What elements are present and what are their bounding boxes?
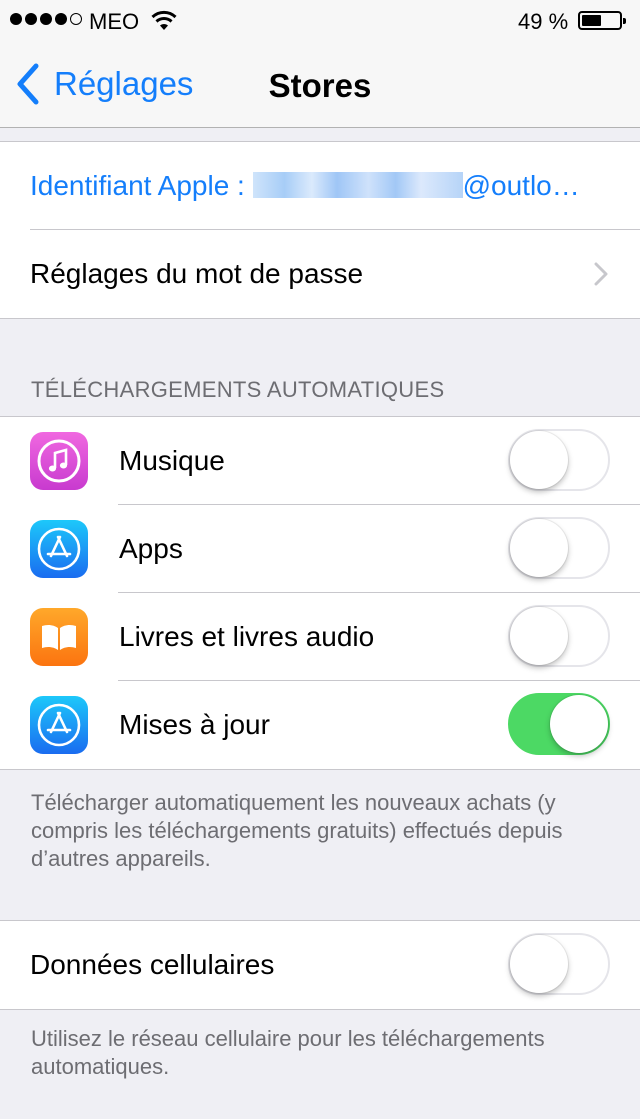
page-title: Stores: [268, 67, 372, 104]
cellular-group: Données cellulaires: [0, 920, 640, 1010]
battery-icon: [578, 11, 626, 30]
cellular-data-label: Données cellulaires: [30, 949, 275, 980]
cellular-data-toggle[interactable]: [508, 933, 610, 995]
apps-label: Apps: [119, 533, 183, 564]
password-settings-row[interactable]: Réglages du mot de passe: [0, 229, 640, 318]
navigation-bar: Réglages Stores: [0, 40, 640, 128]
app-store-icon: [30, 520, 88, 578]
redacted-email-block: [252, 172, 463, 198]
carrier-name: MEO: [89, 9, 140, 34]
books-label: Livres et livres audio: [119, 621, 375, 652]
apps-toggle[interactable]: [508, 517, 610, 579]
section-header-auto-downloads: TÉLÉCHARGEMENTS AUTOMATIQUES: [31, 377, 445, 402]
updates-label: Mises à jour: [119, 709, 270, 740]
apple-id-label: Identifiant Apple : @outlo…: [30, 170, 580, 201]
status-bar: MEO 49 %: [0, 0, 640, 40]
music-label: Musique: [119, 445, 225, 476]
battery-percentage: 49 %: [518, 9, 569, 34]
books-toggle[interactable]: [508, 605, 610, 667]
music-icon: [30, 432, 88, 490]
password-settings-label: Réglages du mot de passe: [30, 258, 364, 289]
apple-id-row[interactable]: Identifiant Apple : @outlo…: [0, 142, 640, 230]
auto-downloads-footer: Télécharger automatiquement les nouveaux…: [31, 790, 563, 871]
auto-download-row-music: Musique: [0, 417, 640, 505]
updates-toggle[interactable]: [508, 693, 610, 755]
auto-downloads-group: Musique Apps Livres et livres audio Mise…: [0, 416, 640, 770]
wifi-icon: [151, 10, 177, 30]
auto-download-row-apps: Apps: [0, 504, 640, 593]
signal-strength-icon: [10, 13, 82, 25]
chevron-right-icon: [594, 262, 608, 286]
cellular-footer: Utilisez le réseau cellulaire pour les t…: [31, 1026, 545, 1079]
auto-download-row-updates: Mises à jour: [0, 680, 640, 769]
cellular-data-row: Données cellulaires: [0, 921, 640, 1009]
app-store-icon: [30, 696, 88, 754]
music-toggle[interactable]: [508, 429, 610, 491]
auto-download-row-books: Livres et livres audio: [0, 592, 640, 681]
account-group: Identifiant Apple : @outlo… Réglages du …: [0, 141, 640, 319]
books-icon: [30, 608, 88, 666]
